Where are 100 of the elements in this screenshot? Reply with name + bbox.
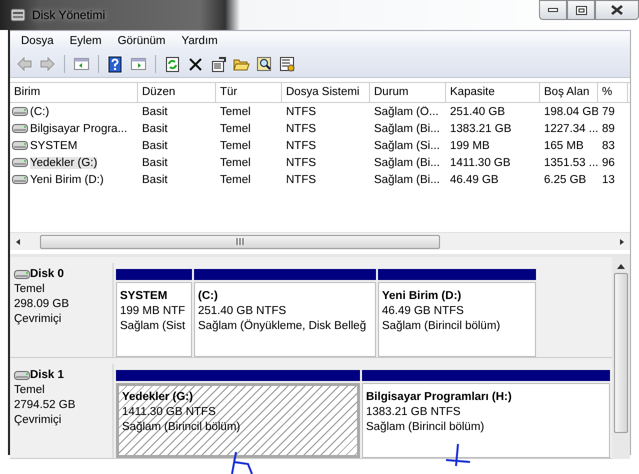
menu-item[interactable]: Görünüm bbox=[110, 34, 172, 48]
partition-status: Sağlam (Birincil bölüm) bbox=[366, 420, 486, 435]
menu-item[interactable]: Eylem bbox=[62, 34, 109, 48]
scroll-up-icon[interactable] bbox=[617, 263, 625, 269]
drive-icon bbox=[12, 175, 28, 184]
partition-title: SYSTEM bbox=[120, 289, 168, 304]
table-cell-text: Basit bbox=[141, 106, 169, 118]
scroll-right-icon[interactable] bbox=[618, 238, 626, 246]
partition-size: 199 MB NTF bbox=[120, 304, 186, 319]
table-cell[interactable]: (C:) bbox=[30, 106, 50, 118]
disk-management-icon bbox=[10, 7, 26, 23]
table-cell[interactable]: Yeni Birim (D:) bbox=[30, 174, 104, 186]
column-header[interactable]: Kapasite bbox=[446, 83, 540, 102]
partition-title: (C:) bbox=[198, 289, 219, 304]
maximize-button[interactable] bbox=[567, 0, 595, 20]
help-icon[interactable] bbox=[107, 56, 124, 72]
table-cell-text: Basit bbox=[141, 140, 169, 152]
table-cell-text: Temel bbox=[219, 106, 252, 118]
table-cell-text: 165 MB bbox=[543, 140, 585, 152]
table-cell-text: Sağlam (Bi... bbox=[373, 156, 441, 168]
column-header[interactable]: Durum bbox=[370, 83, 446, 102]
panel-icon[interactable] bbox=[130, 56, 147, 72]
column-header[interactable]: Birim bbox=[10, 83, 138, 102]
table-cell-text: 46.49 GB bbox=[449, 174, 500, 186]
search-icon[interactable] bbox=[256, 56, 273, 72]
table-cell-text: Temel bbox=[219, 122, 252, 134]
drive-icon bbox=[12, 124, 28, 133]
disk-name: Disk 0 bbox=[30, 267, 64, 282]
partition[interactable]: Bilgisayar Programları (H:) 1383.21 GB NTFS Sağlam (Birincil bölüm) bbox=[362, 383, 610, 458]
table-cell-text: Basit bbox=[141, 174, 169, 186]
vertical-scrollbar[interactable] bbox=[612, 257, 630, 459]
partition[interactable]: SYSTEM 199 MB NTF Sağlam (Sist bbox=[116, 282, 192, 357]
column-header[interactable]: Dosya Sistemi bbox=[282, 83, 370, 102]
partition[interactable]: Yedekler (G:) 1411.30 GB NTFS Sağlam (Birincil bölüm) bbox=[116, 383, 360, 458]
drive-icon bbox=[14, 371, 30, 380]
partition-size: 46.49 GB NTFS bbox=[382, 304, 465, 319]
disk-type: Temel bbox=[14, 282, 46, 297]
pen-mark bbox=[231, 451, 253, 474]
table-cell-text: Sağlam (Si... bbox=[373, 140, 441, 152]
table-cell[interactable]: SYSTEM bbox=[30, 140, 78, 152]
disk-type: Temel bbox=[14, 383, 46, 398]
table-cell-text: NTFS bbox=[285, 156, 318, 168]
table-cell-text: Basit bbox=[141, 122, 169, 134]
panel-icon[interactable] bbox=[73, 56, 90, 72]
close-icon bbox=[611, 5, 623, 15]
menu-item[interactable]: Dosya bbox=[14, 34, 61, 48]
table-cell-text: Basit bbox=[141, 156, 169, 168]
disk-info-panel[interactable]: Disk 1 Temel 2794.52 GB Çevrimiçi bbox=[10, 364, 114, 458]
partition-status: Sağlam (Birincil bölüm) bbox=[122, 420, 242, 435]
table-cell-text: NTFS bbox=[285, 106, 318, 118]
table-cell-text: Temel bbox=[219, 140, 252, 152]
drive-icon bbox=[12, 158, 28, 167]
table-cell-text: Sağlam (Bi... bbox=[373, 174, 441, 186]
column-header[interactable]: Düzen bbox=[138, 83, 216, 102]
table-cell-text: Temel bbox=[219, 156, 252, 168]
refresh-icon[interactable] bbox=[164, 56, 181, 72]
scroll-left-icon[interactable] bbox=[14, 238, 22, 246]
table-cell-text: 198.04 GB bbox=[543, 106, 598, 118]
grip-icon bbox=[236, 238, 244, 245]
pen-mark bbox=[445, 443, 471, 467]
table-cell-text: 251.40 GB bbox=[449, 106, 506, 118]
drive-icon bbox=[12, 141, 28, 150]
disk-info-panel[interactable]: Disk 0 Temel 298.09 GB Çevrimiçi bbox=[10, 263, 114, 357]
partition-status: Sağlam (Sist bbox=[120, 319, 186, 334]
table-cell-text: 1351.53 ... bbox=[543, 156, 598, 168]
column-header[interactable]: % bbox=[598, 83, 628, 102]
table-cell-text: NTFS bbox=[285, 140, 318, 152]
partition[interactable]: (C:) 251.40 GB NTFS Sağlam (Önyükleme, Disk Belleğ bbox=[194, 282, 376, 357]
table-cell-text: 1383.21 GB bbox=[449, 122, 512, 134]
partition-size: 1411.30 GB NTFS bbox=[122, 405, 217, 420]
minimize-button[interactable] bbox=[539, 0, 567, 20]
disk-size: 2794.52 GB bbox=[14, 398, 76, 413]
disk-name: Disk 1 bbox=[30, 368, 64, 383]
close-button[interactable] bbox=[595, 0, 639, 20]
delete-icon[interactable] bbox=[187, 56, 204, 72]
table-cell-text: 79 bbox=[601, 106, 616, 118]
maximize-icon bbox=[576, 6, 586, 14]
partition[interactable]: Yeni Birim (D:) 46.49 GB NTFS Sağlam (Birincil bölüm) bbox=[378, 282, 536, 357]
table-cell[interactable]: Bilgisayar Progra... bbox=[30, 122, 128, 134]
column-header[interactable]: Boş Alan bbox=[540, 83, 598, 102]
settings-icon[interactable] bbox=[279, 56, 296, 72]
horizontal-scrollbar[interactable] bbox=[10, 232, 630, 250]
table-cell-text: 83 bbox=[601, 140, 616, 152]
partition-title: Yeni Birim (D:) bbox=[382, 289, 462, 304]
table-cell-text: 1227.34 ... bbox=[543, 122, 598, 134]
table-cell-text: Temel bbox=[219, 174, 252, 186]
table-cell-text: 199 MB bbox=[449, 140, 491, 152]
disk-status: Çevrimiçi bbox=[14, 413, 62, 428]
table-cell-text: 13 bbox=[601, 174, 616, 186]
partition-title: Bilgisayar Programları (H:) bbox=[366, 390, 513, 405]
drive-icon bbox=[12, 107, 28, 116]
partition-size: 1383.21 GB NTFS bbox=[366, 405, 462, 420]
disk-status: Çevrimiçi bbox=[14, 312, 62, 327]
menu-item[interactable]: Yardım bbox=[174, 34, 225, 48]
properties-icon[interactable] bbox=[210, 56, 227, 72]
table-cell-text: NTFS bbox=[285, 174, 318, 186]
column-header[interactable]: Tür bbox=[216, 83, 282, 102]
partition-status: Sağlam (Önyükleme, Disk Belleğ bbox=[198, 319, 368, 334]
table-cell[interactable]: Yedekler (G:) bbox=[30, 156, 98, 168]
table-cell-text: 6.25 GB bbox=[543, 174, 588, 186]
